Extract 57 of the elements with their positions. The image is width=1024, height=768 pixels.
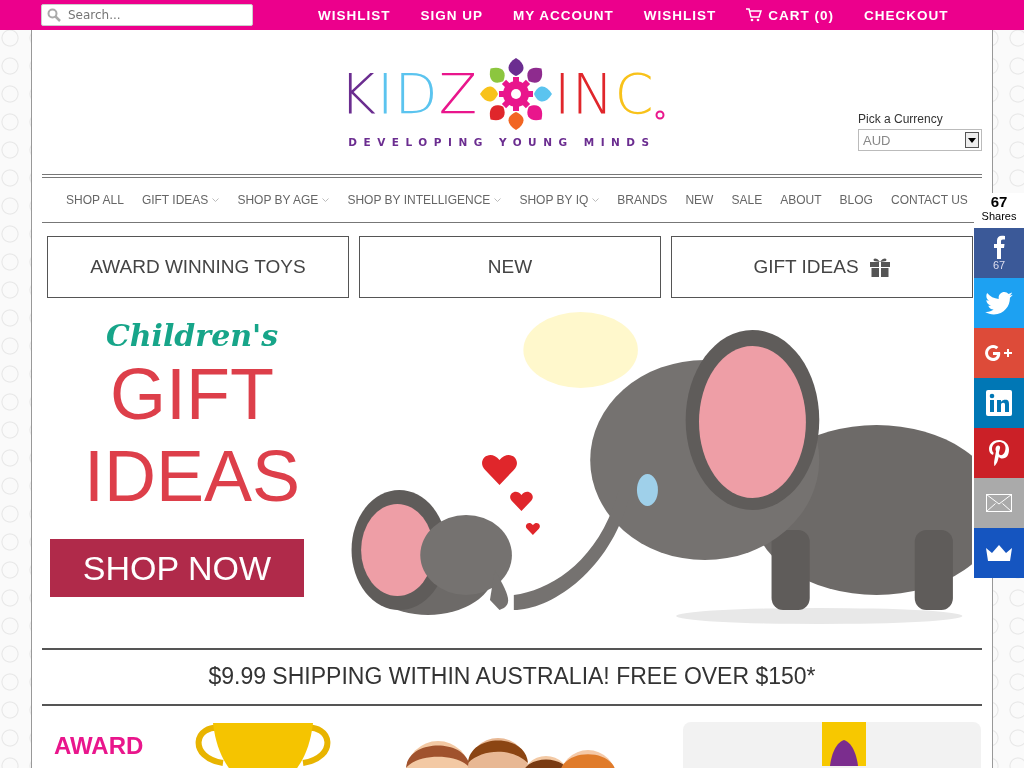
nav-item[interactable]: ABOUT xyxy=(780,193,822,207)
top-link[interactable]: SIGN UP xyxy=(420,7,483,23)
share-label: Shares xyxy=(981,210,1017,222)
top-link[interactable]: WISHLIST xyxy=(318,7,391,23)
logo-tagline: DEVELOPING YOUNG MINDS xyxy=(348,136,656,148)
award-heading: AWARD xyxy=(54,732,144,760)
nav-item[interactable]: SHOP BY IQ xyxy=(519,193,600,207)
flower-gear-icon xyxy=(478,56,555,132)
top-link[interactable]: MY ACCOUNT xyxy=(513,7,614,23)
nav-item[interactable]: SHOP BY INTELLIGENCE xyxy=(347,193,502,207)
share-button[interactable] xyxy=(974,428,1024,478)
share-button[interactable] xyxy=(974,528,1024,578)
pinterest-icon xyxy=(988,439,1010,467)
banner-title: IDEAS xyxy=(83,435,301,517)
chevron-down-icon xyxy=(212,197,220,203)
share-button[interactable] xyxy=(974,378,1024,428)
promo-button[interactable]: AWARD WINNING TOYS xyxy=(47,236,349,298)
nav-item[interactable]: BLOG xyxy=(839,193,873,207)
logo-text: KIDZ xyxy=(339,66,479,122)
nav-item[interactable]: SHOP ALL xyxy=(66,193,124,207)
gift-icon xyxy=(868,257,891,277)
nav-item[interactable]: CONTACT US xyxy=(891,193,968,207)
linkedin-icon xyxy=(986,390,1012,416)
top-link[interactable]: WISHLIST xyxy=(643,7,717,23)
share-button[interactable] xyxy=(974,328,1024,378)
top-link[interactable]: CHECKOUT xyxy=(864,7,949,23)
nav-item[interactable]: SHOP BY AGE xyxy=(237,193,330,207)
product-card[interactable] xyxy=(683,722,982,768)
share-button[interactable] xyxy=(974,278,1024,328)
logo-text: INC xyxy=(554,66,655,122)
top-link[interactable]: CART (0) xyxy=(746,7,834,23)
share-button[interactable]: 67 xyxy=(974,228,1024,278)
logo[interactable]: KIDZ INC DEVELOPING YOUNG MINDS xyxy=(339,54,665,174)
chevron-down-icon xyxy=(322,197,330,203)
chevron-down-icon xyxy=(494,197,502,203)
search-field[interactable]: Search... xyxy=(41,4,253,26)
currency-select[interactable]: AUD xyxy=(858,129,982,151)
nav-item[interactable]: SALE xyxy=(731,193,763,207)
dot-icon xyxy=(654,110,665,120)
shipping-notice: $9.99 SHIPPING WITHIN AUSTRALIA! FREE OVER $150* xyxy=(207,662,817,691)
nav-item[interactable]: BRANDS xyxy=(617,193,668,207)
share-count: 67 xyxy=(990,193,1008,210)
banner-subtitle: Children's xyxy=(105,318,279,353)
crown-icon xyxy=(986,545,1012,561)
envelope-icon xyxy=(986,494,1012,512)
banner-title: GIFT xyxy=(110,353,274,435)
google-plus-icon xyxy=(985,344,1013,362)
nav-item[interactable]: GIFT IDEAS xyxy=(141,193,220,207)
chevron-down-icon xyxy=(592,197,600,203)
facebook-icon xyxy=(993,235,1005,259)
cart-icon xyxy=(746,8,763,22)
currency-label: Pick a Currency xyxy=(858,112,944,126)
bird-icon xyxy=(985,291,1013,315)
nav-item[interactable]: NEW xyxy=(685,193,714,207)
shop-now-button[interactable]: SHOP NOW xyxy=(50,539,304,597)
promo-button[interactable]: GIFT IDEAS xyxy=(671,236,973,298)
promo-button[interactable]: NEW xyxy=(359,236,661,298)
